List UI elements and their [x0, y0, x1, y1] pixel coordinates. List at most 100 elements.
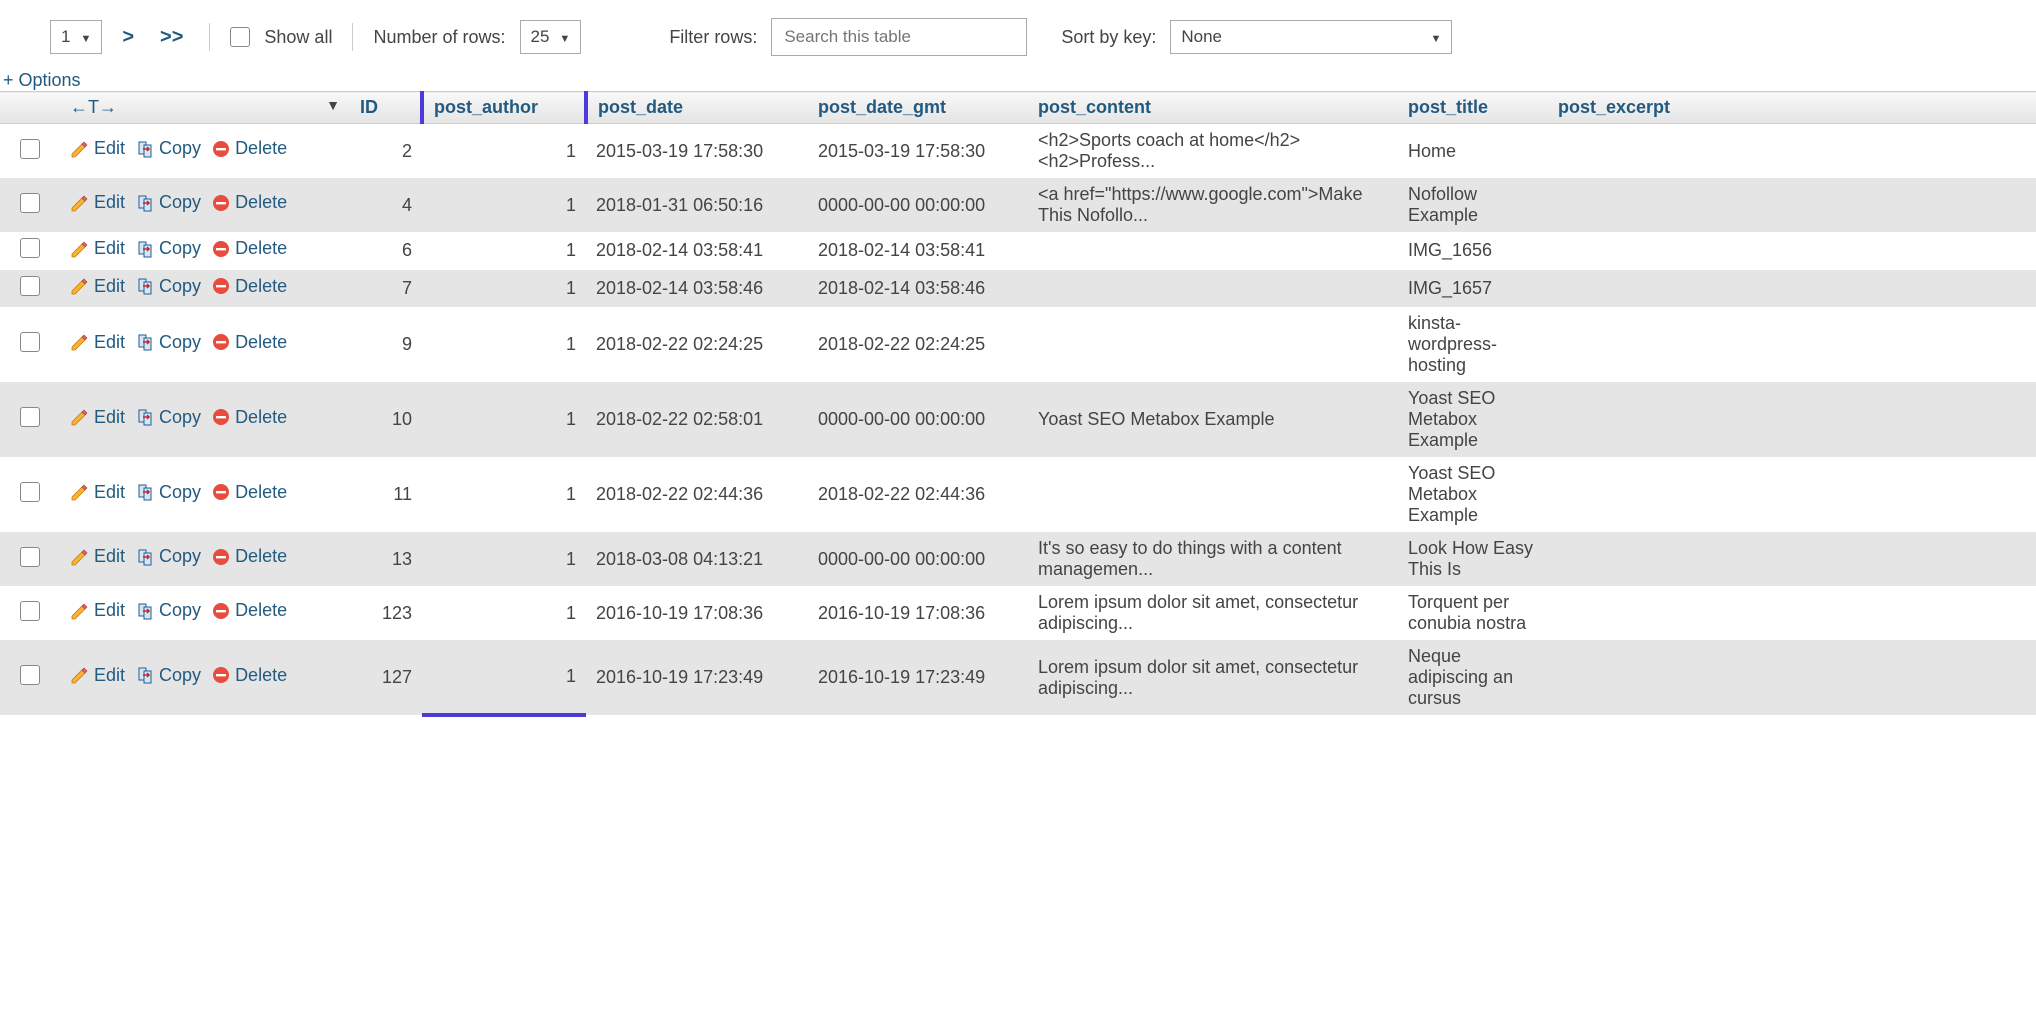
copy-button[interactable]: Copy — [135, 138, 201, 159]
cell-post-title: Look How Easy This Is — [1398, 532, 1548, 586]
row-checkbox[interactable] — [20, 482, 40, 502]
cell-post-date: 2018-03-08 04:13:21 — [586, 532, 808, 586]
row-actions: Edit Copy Delete — [60, 124, 350, 179]
delete-button[interactable]: Delete — [211, 138, 287, 159]
show-all-label: Show all — [264, 27, 332, 48]
sort-by-key-select[interactable]: None — [1170, 20, 1452, 54]
copy-button[interactable]: Copy — [135, 332, 201, 353]
cell-post-title: Torquent per conubia nostra — [1398, 586, 1548, 640]
table-row: EditCopyDelete1112018-02-22 02:44:362018… — [0, 457, 2036, 532]
edit-label: Edit — [94, 665, 125, 686]
delete-button[interactable]: Delete — [211, 238, 287, 259]
row-actions: Edit Copy Delete — [60, 307, 350, 382]
delete-button[interactable]: Delete — [211, 192, 287, 213]
row-checkbox[interactable] — [20, 238, 40, 258]
edit-button[interactable]: Edit — [70, 546, 125, 567]
cell-post-content: Yoast SEO Metabox Example — [1028, 382, 1398, 457]
copy-button[interactable]: Copy — [135, 192, 201, 213]
col-post-date-gmt[interactable]: post_date_gmt — [808, 92, 1028, 124]
row-checkbox[interactable] — [20, 547, 40, 567]
row-checkbox[interactable] — [20, 139, 40, 159]
edit-label: Edit — [94, 332, 125, 353]
fulltext-icon[interactable]: ←T→ — [70, 97, 117, 117]
edit-button[interactable]: Edit — [70, 192, 125, 213]
copy-button[interactable]: Copy — [135, 600, 201, 621]
page-select[interactable]: 1 — [50, 20, 102, 54]
copy-button[interactable]: Copy — [135, 407, 201, 428]
edit-button[interactable]: Edit — [70, 276, 125, 297]
edit-button[interactable]: Edit — [70, 407, 125, 428]
row-checkbox[interactable] — [20, 407, 40, 427]
edit-button[interactable]: Edit — [70, 665, 125, 686]
options-toggle[interactable]: + Options — [0, 70, 81, 90]
num-rows-label: Number of rows: — [373, 27, 505, 48]
row-checkbox[interactable] — [20, 193, 40, 213]
delete-button[interactable]: Delete — [211, 600, 287, 621]
row-checkbox[interactable] — [20, 601, 40, 621]
delete-label: Delete — [235, 332, 287, 353]
cell-post-excerpt — [1548, 232, 2036, 270]
col-actions: ←T→ ▼ — [60, 92, 350, 124]
cell-post-date-gmt: 2015-03-19 17:58:30 — [808, 124, 1028, 179]
row-actions: Edit Copy Delete — [60, 586, 350, 640]
edit-button[interactable]: Edit — [70, 332, 125, 353]
cell-id: 11 — [350, 457, 422, 532]
row-checkbox[interactable] — [20, 332, 40, 352]
delete-button[interactable]: Delete — [211, 332, 287, 353]
delete-button[interactable]: Delete — [211, 407, 287, 428]
num-rows-select[interactable]: 25 — [520, 20, 582, 54]
copy-label: Copy — [159, 665, 201, 686]
col-post-title[interactable]: post_title — [1398, 92, 1548, 124]
search-input[interactable] — [771, 18, 1027, 56]
row-checkbox[interactable] — [20, 665, 40, 685]
col-id[interactable]: ID — [350, 92, 422, 124]
cell-post-date: 2018-02-14 03:58:46 — [586, 270, 808, 308]
copy-label: Copy — [159, 407, 201, 428]
copy-button[interactable]: Copy — [135, 276, 201, 297]
copy-label: Copy — [159, 600, 201, 621]
copy-button[interactable]: Copy — [135, 482, 201, 503]
cell-post-author: 1 — [422, 640, 586, 715]
cell-post-excerpt — [1548, 586, 2036, 640]
row-actions: Edit Copy Delete — [60, 178, 350, 232]
table-row: EditCopyDelete212015-03-19 17:58:302015-… — [0, 124, 2036, 179]
cell-post-date: 2018-02-14 03:58:41 — [586, 232, 808, 270]
copy-button[interactable]: Copy — [135, 546, 201, 567]
cell-id: 123 — [350, 586, 422, 640]
table-row: EditCopyDelete412018-01-31 06:50:160000-… — [0, 178, 2036, 232]
delete-button[interactable]: Delete — [211, 276, 287, 297]
cell-post-date: 2016-10-19 17:23:49 — [586, 640, 808, 715]
row-checkbox[interactable] — [20, 276, 40, 296]
cell-post-content — [1028, 232, 1398, 270]
cell-id: 127 — [350, 640, 422, 715]
cell-id: 2 — [350, 124, 422, 179]
nav-last-button[interactable]: >> — [154, 26, 189, 49]
col-post-author[interactable]: post_author — [422, 92, 586, 124]
edit-button[interactable]: Edit — [70, 482, 125, 503]
row-actions: Edit Copy Delete — [60, 640, 350, 715]
copy-button[interactable]: Copy — [135, 238, 201, 259]
cell-post-title: Yoast SEO Metabox Example — [1398, 382, 1548, 457]
delete-button[interactable]: Delete — [211, 665, 287, 686]
edit-button[interactable]: Edit — [70, 138, 125, 159]
cell-id: 10 — [350, 382, 422, 457]
table-row: EditCopyDelete712018-02-14 03:58:462018-… — [0, 270, 2036, 308]
nav-next-button[interactable]: > — [116, 26, 140, 49]
delete-label: Delete — [235, 192, 287, 213]
col-post-date[interactable]: post_date — [586, 92, 808, 124]
show-all-checkbox[interactable] — [230, 27, 250, 47]
table-row: EditCopyDelete12712016-10-19 17:23:49201… — [0, 640, 2036, 715]
col-post-content[interactable]: post_content — [1028, 92, 1398, 124]
cell-id: 6 — [350, 232, 422, 270]
col-post-excerpt[interactable]: post_excerpt — [1548, 92, 2036, 124]
cell-post-date: 2018-01-31 06:50:16 — [586, 178, 808, 232]
copy-button[interactable]: Copy — [135, 665, 201, 686]
sort-indicator-icon[interactable]: ▼ — [320, 97, 340, 113]
delete-button[interactable]: Delete — [211, 546, 287, 567]
divider — [209, 23, 210, 51]
edit-button[interactable]: Edit — [70, 600, 125, 621]
delete-button[interactable]: Delete — [211, 482, 287, 503]
edit-label: Edit — [94, 407, 125, 428]
cell-post-date: 2018-02-22 02:44:36 — [586, 457, 808, 532]
edit-button[interactable]: Edit — [70, 238, 125, 259]
